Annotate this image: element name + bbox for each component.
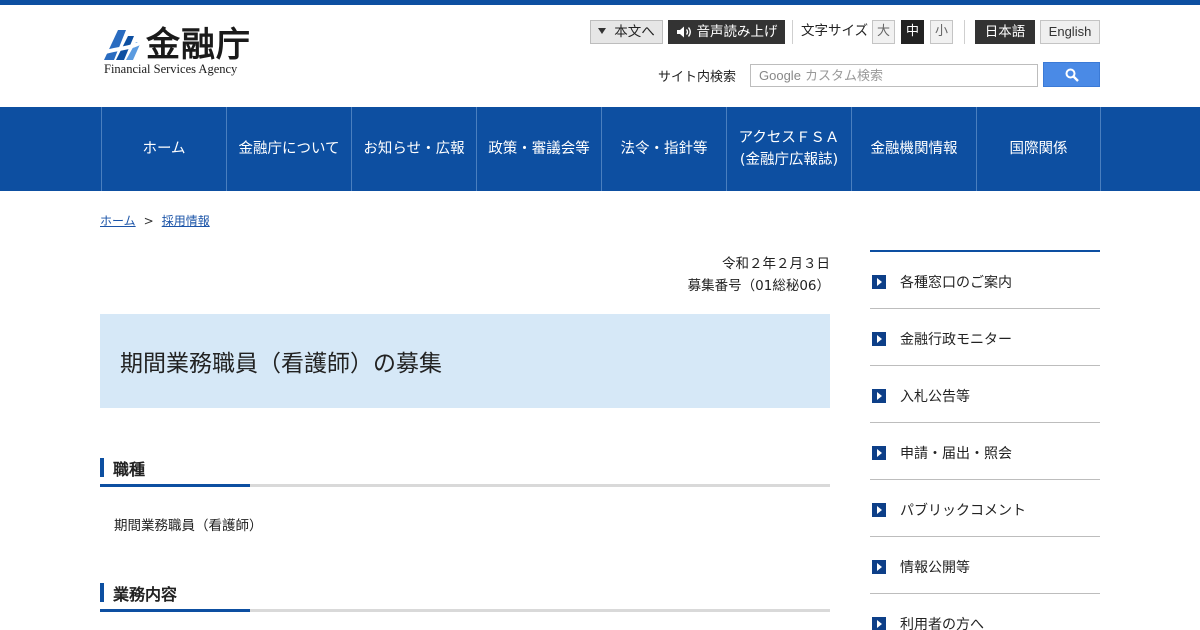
square-arrow-right-icon bbox=[872, 446, 886, 460]
breadcrumb-current-link[interactable]: 採用情報 bbox=[162, 214, 210, 228]
section-title: 職種 bbox=[113, 460, 146, 479]
square-arrow-right-icon bbox=[872, 389, 886, 403]
font-size-large-button[interactable]: 大 bbox=[872, 20, 895, 44]
nav-label: 金融庁について bbox=[238, 141, 340, 157]
side-item-disclosure[interactable]: 情報公開等 bbox=[870, 537, 1100, 594]
section-body-job-type: 期間業務職員（看護師） bbox=[114, 518, 263, 534]
recruitment-number: 募集番号（01総秘06） bbox=[687, 278, 830, 294]
nav-item-home[interactable]: ホーム bbox=[101, 107, 226, 191]
nav-label: 法令・指針等 bbox=[620, 141, 708, 157]
logo-name: 金融庁 bbox=[146, 25, 251, 65]
breadcrumb: ホーム > 採用情報 bbox=[100, 212, 210, 229]
divider bbox=[964, 20, 965, 44]
nav-item-international[interactable]: 国際関係 bbox=[976, 107, 1101, 191]
search-placeholder-brand: Google bbox=[759, 68, 801, 83]
section-heading-duties: 業務内容 bbox=[100, 583, 830, 613]
fsa-logo-icon bbox=[102, 30, 142, 60]
section-title: 業務内容 bbox=[113, 585, 178, 604]
side-item-bidding[interactable]: 入札公告等 bbox=[870, 366, 1100, 423]
nav-item-news[interactable]: お知らせ・広報 bbox=[351, 107, 476, 191]
side-item-label: 利用者の方へ bbox=[900, 617, 984, 630]
nav-item-access-fsa[interactable]: アクセスＦＳＡ (金融庁広報誌) bbox=[726, 107, 851, 191]
heading-accent-bar bbox=[100, 458, 104, 477]
side-item-applications[interactable]: 申請・届出・照会 bbox=[870, 423, 1100, 480]
square-arrow-right-icon bbox=[872, 332, 886, 346]
search-button[interactable] bbox=[1043, 62, 1100, 87]
section-heading-job-type: 職種 bbox=[100, 458, 830, 488]
square-arrow-right-icon bbox=[872, 275, 886, 289]
speaker-icon bbox=[676, 26, 691, 38]
side-item-label: 入札公告等 bbox=[900, 389, 970, 405]
font-size-label: 文字サイズ bbox=[801, 23, 869, 39]
nav-label: 政策・審議会等 bbox=[488, 141, 590, 157]
nav-item-laws[interactable]: 法令・指針等 bbox=[601, 107, 726, 191]
square-arrow-right-icon bbox=[872, 560, 886, 574]
side-item-users[interactable]: 利用者の方へ bbox=[870, 594, 1100, 630]
breadcrumb-separator: > bbox=[143, 214, 154, 228]
side-item-label: 情報公開等 bbox=[900, 560, 970, 576]
site-search-label: サイト内検索 bbox=[658, 70, 737, 85]
page-title: 期間業務職員（看護師）の募集 bbox=[120, 351, 442, 377]
font-size-small-button[interactable]: 小 bbox=[930, 20, 953, 44]
top-accent-bar bbox=[0, 0, 1200, 5]
logo-english-name: Financial Services Agency bbox=[104, 62, 238, 76]
divider bbox=[792, 20, 793, 44]
nav-label: 国際関係 bbox=[1009, 141, 1068, 157]
breadcrumb-home-link[interactable]: ホーム bbox=[100, 214, 136, 228]
nav-label: アクセスＦＳＡ bbox=[738, 130, 840, 146]
side-item-label: 金融行政モニター bbox=[900, 332, 1012, 348]
lang-english-button[interactable]: English bbox=[1040, 20, 1100, 44]
nav-item-institutions[interactable]: 金融機関情報 bbox=[851, 107, 976, 191]
magnifier-icon bbox=[1065, 68, 1079, 82]
square-arrow-right-icon bbox=[872, 503, 886, 517]
side-item-label: 申請・届出・照会 bbox=[900, 446, 1012, 462]
heading-accent-bar bbox=[100, 583, 104, 602]
publish-date: 令和２年２月３日 bbox=[722, 256, 830, 272]
heading-rule-accent bbox=[100, 484, 250, 487]
side-item-contacts[interactable]: 各種窓口のご案内 bbox=[870, 252, 1100, 309]
search-input[interactable]: Google カスタム検索 bbox=[750, 64, 1038, 87]
square-arrow-right-icon bbox=[872, 617, 886, 630]
nav-item-policy[interactable]: 政策・審議会等 bbox=[476, 107, 601, 191]
side-nav: 各種窓口のご案内 金融行政モニター 入札公告等 申請・届出・照会 パブリックコメ… bbox=[870, 250, 1100, 630]
skip-to-content-button[interactable]: 本文へ bbox=[590, 20, 663, 44]
nav-label: ホーム bbox=[142, 141, 186, 157]
page-title-box: 期間業務職員（看護師）の募集 bbox=[100, 314, 830, 408]
search-placeholder-text: カスタム検索 bbox=[800, 69, 884, 84]
nav-label-sub: (金融庁広報誌) bbox=[739, 152, 839, 168]
nav-label: お知らせ・広報 bbox=[363, 141, 465, 157]
nav-item-about[interactable]: 金融庁について bbox=[226, 107, 351, 191]
heading-rule-accent bbox=[100, 609, 250, 612]
side-item-label: パブリックコメント bbox=[900, 503, 1026, 519]
nav-label: 金融機関情報 bbox=[870, 141, 958, 157]
read-aloud-label: 音声読み上げ bbox=[696, 24, 778, 40]
read-aloud-button[interactable]: 音声読み上げ bbox=[668, 20, 785, 44]
lang-japanese-button[interactable]: 日本語 bbox=[975, 20, 1035, 44]
side-item-monitor[interactable]: 金融行政モニター bbox=[870, 309, 1100, 366]
font-size-medium-button[interactable]: 中 bbox=[901, 20, 924, 44]
side-item-public-comment[interactable]: パブリックコメント bbox=[870, 480, 1100, 537]
site-logo[interactable]: 金融庁 Financial Services Agency bbox=[102, 24, 262, 80]
global-nav: ホーム 金融庁について お知らせ・広報 政策・審議会等 法令・指針等 アクセスＦ… bbox=[0, 107, 1200, 191]
side-item-label: 各種窓口のご案内 bbox=[900, 275, 1012, 291]
skip-label: 本文へ bbox=[614, 24, 655, 40]
triangle-down-icon bbox=[598, 28, 607, 34]
